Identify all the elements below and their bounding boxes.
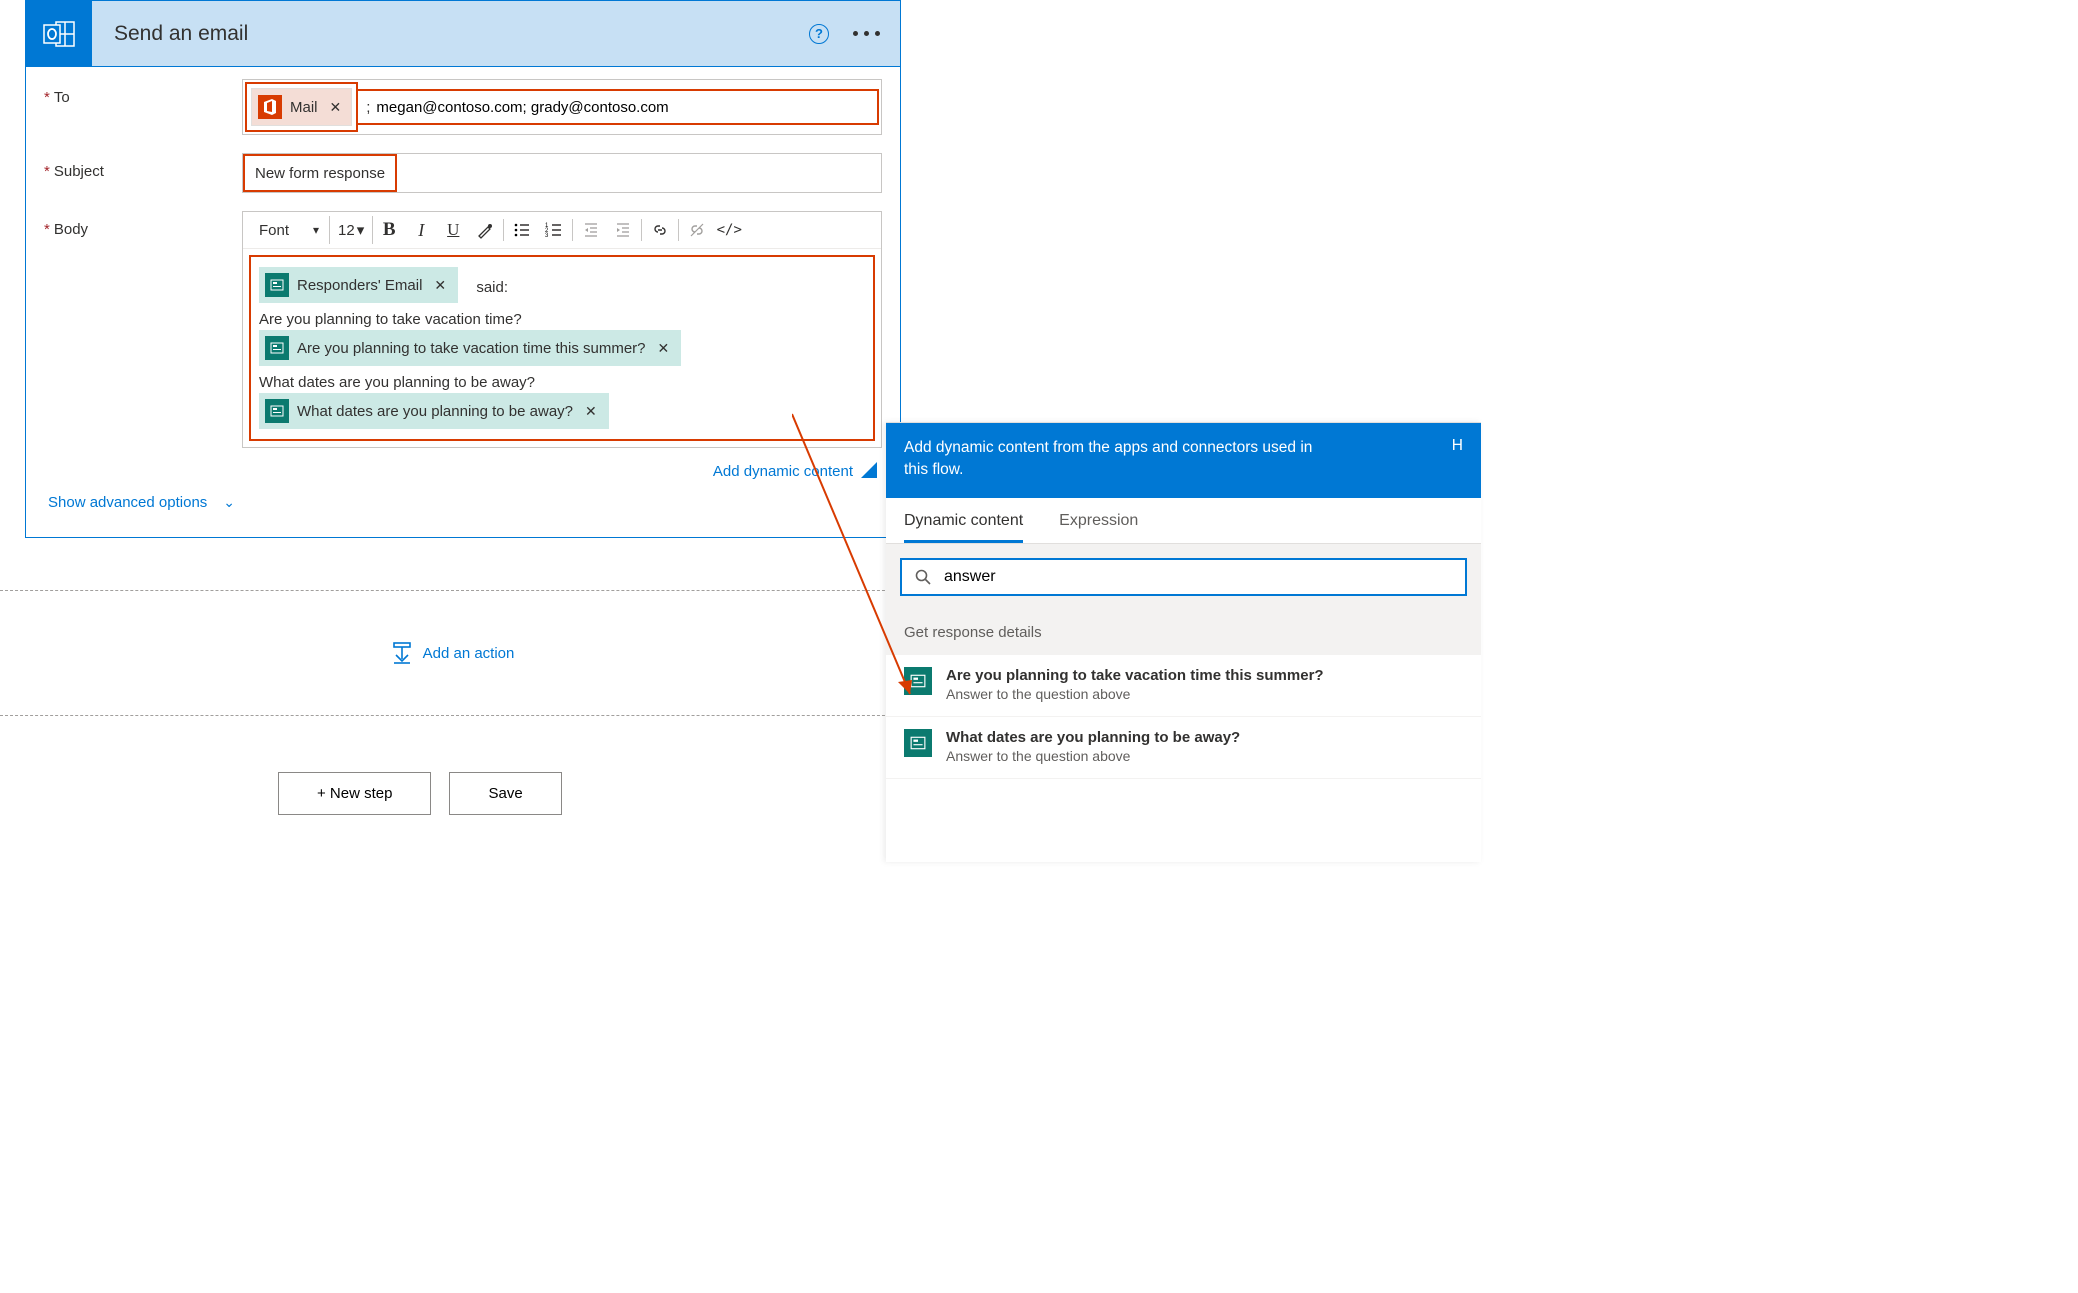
new-step-button[interactable]: + New step xyxy=(278,772,431,815)
show-advanced-options-link[interactable]: Show advanced options ⌄ xyxy=(44,484,239,529)
italic-icon[interactable]: I xyxy=(405,216,437,244)
bullet-list-icon[interactable] xyxy=(506,216,538,244)
dynamic-section-title: Get response details xyxy=(886,610,1481,655)
dynamic-search-wrap xyxy=(886,544,1481,610)
dynamic-item-vacation[interactable]: Are you planning to take vacation time t… xyxy=(886,655,1481,717)
said-text: said: xyxy=(476,279,508,296)
color-picker-icon[interactable] xyxy=(469,216,501,244)
dynamic-panel-tabs: Dynamic content Expression xyxy=(886,498,1481,544)
body-highlight: Responders' Email ✕ said: Are you planni… xyxy=(249,255,875,441)
forms-icon xyxy=(904,729,932,757)
subject-row: *Subject New form response xyxy=(44,153,882,193)
tab-expression[interactable]: Expression xyxy=(1059,512,1138,543)
more-menu-icon[interactable] xyxy=(847,31,886,36)
save-button[interactable]: Save xyxy=(449,772,561,815)
mail-token[interactable]: Mail ✕ xyxy=(251,88,352,126)
chevron-down-icon: ⌄ xyxy=(223,494,235,511)
to-field[interactable]: Mail ✕ ; xyxy=(242,79,882,135)
body-line-2: What dates are you planning to be away? xyxy=(259,374,865,391)
responder-email-token[interactable]: Responders' Email ✕ xyxy=(259,267,458,303)
tab-dynamic-content[interactable]: Dynamic content xyxy=(904,512,1023,543)
dynamic-item-title: Are you planning to take vacation time t… xyxy=(946,667,1324,684)
to-semicolon: ; xyxy=(364,99,372,116)
forms-icon xyxy=(904,667,932,695)
body-row: *Body Font▾ 12▾ B I U xyxy=(44,211,882,480)
subject-remainder[interactable] xyxy=(397,154,881,192)
remove-token-icon[interactable]: ✕ xyxy=(330,99,342,116)
body-line-1: Are you planning to take vacation time? xyxy=(259,311,865,328)
editor-content[interactable]: Responders' Email ✕ said: Are you planni… xyxy=(243,249,881,447)
font-dropdown[interactable]: Font▾ xyxy=(249,216,330,244)
card-title: Send an email xyxy=(114,22,809,46)
search-icon xyxy=(914,568,932,586)
add-dynamic-content-link[interactable]: Add dynamic content xyxy=(242,460,882,480)
dynamic-content-panel: Add dynamic content from the apps and co… xyxy=(886,422,1481,862)
responder-token-label: Responders' Email xyxy=(297,277,422,294)
dynamic-item-dates[interactable]: What dates are you planning to be away? … xyxy=(886,717,1481,779)
add-action-label: Add an action xyxy=(423,645,515,662)
svg-text:3: 3 xyxy=(545,233,549,239)
vacation-question-token[interactable]: Are you planning to take vacation time t… xyxy=(259,330,681,366)
number-list-icon[interactable]: 123 xyxy=(538,216,570,244)
dates-question-token[interactable]: What dates are you planning to be away? … xyxy=(259,393,609,429)
add-action-button[interactable]: Add an action xyxy=(391,641,515,665)
subject-highlight: New form response xyxy=(243,154,397,192)
callout-triangle-icon xyxy=(861,462,877,478)
card-header[interactable]: Send an email ? xyxy=(26,1,900,67)
body-label: *Body xyxy=(44,211,242,238)
to-rest-highlight: ; xyxy=(356,89,879,125)
forms-icon xyxy=(265,336,289,360)
send-email-card: Send an email ? *To Mail ✕ xyxy=(25,0,901,538)
mail-token-label: Mail xyxy=(290,99,318,116)
to-token-highlight: Mail ✕ xyxy=(245,82,358,132)
forms-icon xyxy=(265,273,289,297)
indent-icon[interactable] xyxy=(607,216,639,244)
outlook-icon xyxy=(26,1,92,67)
dynamic-panel-header-text: Add dynamic content from the apps and co… xyxy=(904,437,1324,480)
to-row: *To Mail ✕ ; xyxy=(44,79,882,135)
dynamic-search-input[interactable] xyxy=(944,568,1453,586)
dynamic-item-subtitle: Answer to the question above xyxy=(946,686,1324,702)
code-view-icon[interactable]: </> xyxy=(713,216,745,244)
dynamic-panel-header: Add dynamic content from the apps and co… xyxy=(886,423,1481,498)
to-label: *To xyxy=(44,79,242,106)
dynamic-search-box[interactable] xyxy=(900,558,1467,596)
add-action-icon xyxy=(391,641,413,665)
help-icon[interactable]: ? xyxy=(809,24,829,44)
dynamic-item-subtitle: Answer to the question above xyxy=(946,748,1240,764)
subject-label: *Subject xyxy=(44,153,242,180)
subject-value: New form response xyxy=(255,165,385,182)
remove-token-icon[interactable]: ✕ xyxy=(434,277,446,294)
form-body: *To Mail ✕ ; xyxy=(26,67,900,537)
vacation-token-label: Are you planning to take vacation time t… xyxy=(297,340,646,357)
font-size-dropdown[interactable]: 12▾ xyxy=(330,216,373,244)
dynamic-item-title: What dates are you planning to be away? xyxy=(946,729,1240,746)
unlink-icon[interactable] xyxy=(681,216,713,244)
remove-token-icon[interactable]: ✕ xyxy=(658,340,670,357)
bold-icon[interactable]: B xyxy=(373,216,405,244)
forms-icon xyxy=(265,399,289,423)
subject-field[interactable]: New form response xyxy=(242,153,882,193)
to-input[interactable] xyxy=(372,95,871,119)
footer-buttons: + New step Save xyxy=(278,772,562,815)
underline-icon[interactable]: U xyxy=(437,216,469,244)
remove-token-icon[interactable]: ✕ xyxy=(585,403,597,420)
dynamic-panel-help[interactable]: H xyxy=(1452,437,1463,480)
body-editor: Font▾ 12▾ B I U xyxy=(242,211,882,448)
add-action-area: Add an action xyxy=(0,590,905,716)
link-icon[interactable] xyxy=(644,216,676,244)
dates-token-label: What dates are you planning to be away? xyxy=(297,403,573,420)
outdent-icon[interactable] xyxy=(575,216,607,244)
editor-toolbar: Font▾ 12▾ B I U xyxy=(243,212,881,249)
office-icon xyxy=(258,95,282,119)
